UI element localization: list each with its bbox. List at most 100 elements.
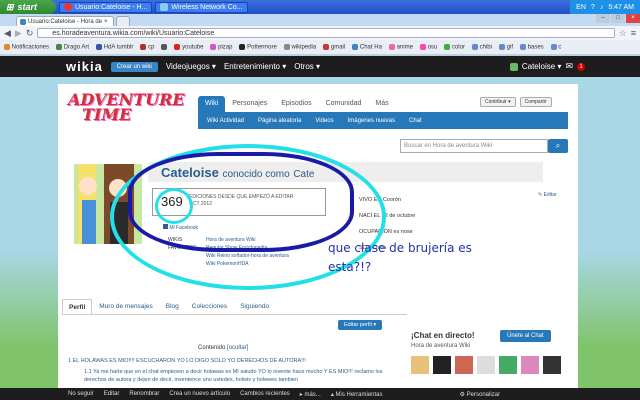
subnav-chat[interactable]: Chat (409, 118, 422, 124)
volume-icon[interactable]: ♪ (600, 4, 604, 11)
tab-comunidad[interactable]: Comunidad (319, 96, 369, 112)
toc-item[interactable]: 1 EL HOLAWAS ES MIO!!!! ESCUCHARON YO LO… (68, 358, 306, 364)
tab-personajes[interactable]: Personajes (225, 96, 274, 112)
toolbar-my-tools[interactable]: ▴ Mis Herramientas (331, 391, 383, 398)
chat-user-avatar[interactable] (433, 356, 451, 374)
bookmark-item[interactable]: Notificaciones (4, 43, 49, 50)
wiki-logo[interactable]: ADVENTURE TIME (68, 92, 193, 130)
task-wireless[interactable]: Wireless Network Co... (155, 1, 248, 13)
wiki-page: ADVENTURE TIME Wiki Personajes Episodios… (58, 84, 578, 390)
chat-subtitle: Hora de aventura Wiki (411, 343, 471, 349)
forward-icon[interactable]: ▶ (15, 28, 22, 39)
url-input[interactable]: es.horadeaventura.wikia.com/wiki/Usuario… (37, 28, 615, 38)
bookmark-item[interactable]: gmail (323, 43, 345, 50)
tab-perfil[interactable]: Perfil (62, 299, 93, 315)
bookmark-item[interactable]: youtube (174, 43, 203, 50)
avatar (509, 62, 518, 71)
edit-profile-button[interactable]: Editar perfil ▾ (338, 320, 383, 330)
chrome-icon (64, 3, 72, 11)
user-menu[interactable]: Cateloise ▾ ✉ 1 (509, 61, 585, 72)
toolbar-customize[interactable]: ⚙ Personalizar (460, 391, 500, 398)
toc-hide-link[interactable]: [ocultar] (227, 345, 248, 351)
chat-user-avatar[interactable] (499, 356, 517, 374)
bookmark-item[interactable]: pizap (210, 43, 232, 50)
menu-videojuegos[interactable]: Videojuegos ▾ (166, 62, 216, 71)
bookmark-item[interactable]: Chat Ha (352, 43, 382, 50)
browser-tab-bar: Usuario:Cateloise - Hora de × – □ × (0, 14, 640, 26)
toolbar-edit[interactable]: Editar (104, 391, 120, 397)
bookmark-item[interactable]: HdA tumblr (96, 43, 133, 50)
tab-colecciones[interactable]: Colecciones (186, 299, 233, 315)
pencil-icon: ✎ (538, 192, 543, 198)
bookmark-item[interactable] (161, 43, 168, 51)
bookmark-item[interactable]: anime (388, 43, 413, 50)
chat-user-avatar[interactable] (543, 356, 561, 374)
address-toolbar: ◀ ▶ ↻ es.horadeaventura.wikia.com/wiki/U… (0, 26, 640, 40)
back-icon[interactable]: ◀ (4, 28, 11, 39)
tab-mas[interactable]: Más (368, 96, 395, 112)
new-tab-button[interactable] (116, 16, 130, 26)
taskbar: ⊞ start Usuario:Cateloise - H... Wireles… (0, 0, 640, 14)
system-tray: EN ? ♪ 5:47 AM (570, 0, 640, 14)
toolbar-recent-changes[interactable]: Cambios recientes (240, 391, 290, 397)
wikia-global-nav: wikia Crear un wiki Videojuegos ▾ Entret… (0, 56, 640, 77)
close-button[interactable]: × (626, 14, 640, 23)
language-indicator[interactable]: EN (576, 4, 586, 11)
subnav-aleatoria[interactable]: Página aleatoria (258, 118, 301, 124)
tab-episodios[interactable]: Episodios (274, 96, 318, 112)
favicon-icon (20, 18, 26, 25)
toolbar-new-article[interactable]: Crea un nuevo artículo (169, 391, 230, 397)
chat-user-avatar[interactable] (521, 356, 539, 374)
toolbar-rename[interactable]: Renombrar (129, 391, 159, 397)
bookmark-item[interactable]: wikipedia (283, 43, 316, 50)
share-button[interactable]: Compartir (519, 97, 552, 107)
tab-blog[interactable]: Blog (160, 299, 185, 315)
chat-user-avatar[interactable] (455, 356, 473, 374)
edit-profile-link[interactable]: ✎ Editar (538, 192, 557, 198)
search-icon[interactable]: ⌕ (548, 139, 568, 153)
bookmark-item[interactable]: gif (498, 43, 513, 50)
subnav-actividad[interactable]: Wiki Actividad (207, 118, 244, 124)
wikia-logo[interactable]: wikia (66, 59, 103, 74)
tab-muro[interactable]: Muro de mensajes (93, 299, 158, 315)
bookmarks-bar: Notificaciones Drago Art HdA tumblr cp y… (0, 40, 640, 55)
subnav-videos[interactable]: Videos (315, 118, 333, 124)
toc-item[interactable]: 1.1 Ya me harte que en el chat empiesen … (84, 368, 404, 384)
toolbar-more[interactable]: ▸ más... (300, 391, 321, 398)
menu-entretenimiento[interactable]: Entretenimiento ▾ (224, 62, 286, 71)
search-input[interactable]: Buscar en Hora de aventura Wiki (400, 139, 548, 153)
tab-wiki[interactable]: Wiki (198, 96, 226, 112)
close-tab-icon[interactable]: × (104, 19, 108, 25)
clock: 5:47 AM (608, 3, 634, 11)
bookmark-item[interactable]: osu (419, 43, 437, 50)
join-chat-button[interactable]: Únete al Chat (500, 330, 551, 342)
help-icon[interactable]: ? (591, 4, 595, 11)
bookmark-item[interactable]: Pottermore (239, 43, 277, 50)
bookmark-item[interactable]: c (550, 43, 561, 50)
minimize-button[interactable]: – (596, 14, 610, 23)
window-controls: – □ × (596, 14, 640, 23)
create-wiki-button[interactable]: Crear un wiki (110, 61, 158, 72)
reload-icon[interactable]: ↻ (26, 28, 34, 39)
bookmark-item[interactable]: chibi (471, 43, 492, 50)
chat-user-avatar[interactable] (477, 356, 495, 374)
star-icon[interactable]: ☆ (619, 28, 627, 39)
chat-user-avatar[interactable] (411, 356, 429, 374)
menu-icon[interactable]: ≡ (631, 28, 636, 38)
task-chrome[interactable]: Usuario:Cateloise - H... (59, 1, 153, 13)
notification-badge: 1 (577, 62, 585, 71)
maximize-button[interactable]: □ (611, 14, 625, 23)
menu-otros[interactable]: Otros ▾ (294, 62, 320, 71)
bookmark-item[interactable]: cp (140, 43, 154, 50)
bookmark-item[interactable]: bases (520, 43, 544, 50)
subnav-imagenes[interactable]: Imágenes nuevas (348, 118, 395, 124)
tab-siguiendo[interactable]: Siguiendo (234, 299, 275, 315)
browser-tab-active[interactable]: Usuario:Cateloise - Hora de × (16, 16, 114, 26)
toolbar-unfollow[interactable]: No seguir (68, 391, 94, 397)
wiki-nav: Wiki Personajes Episodios Comunidad Más (198, 96, 396, 112)
start-button[interactable]: ⊞ start (0, 0, 56, 14)
notifications-icon[interactable]: ✉ (565, 61, 573, 72)
bookmark-item[interactable]: Drago Art (56, 43, 89, 50)
bookmark-item[interactable]: color (444, 43, 465, 50)
contribute-button[interactable]: Contribuir ▾ (480, 97, 516, 107)
